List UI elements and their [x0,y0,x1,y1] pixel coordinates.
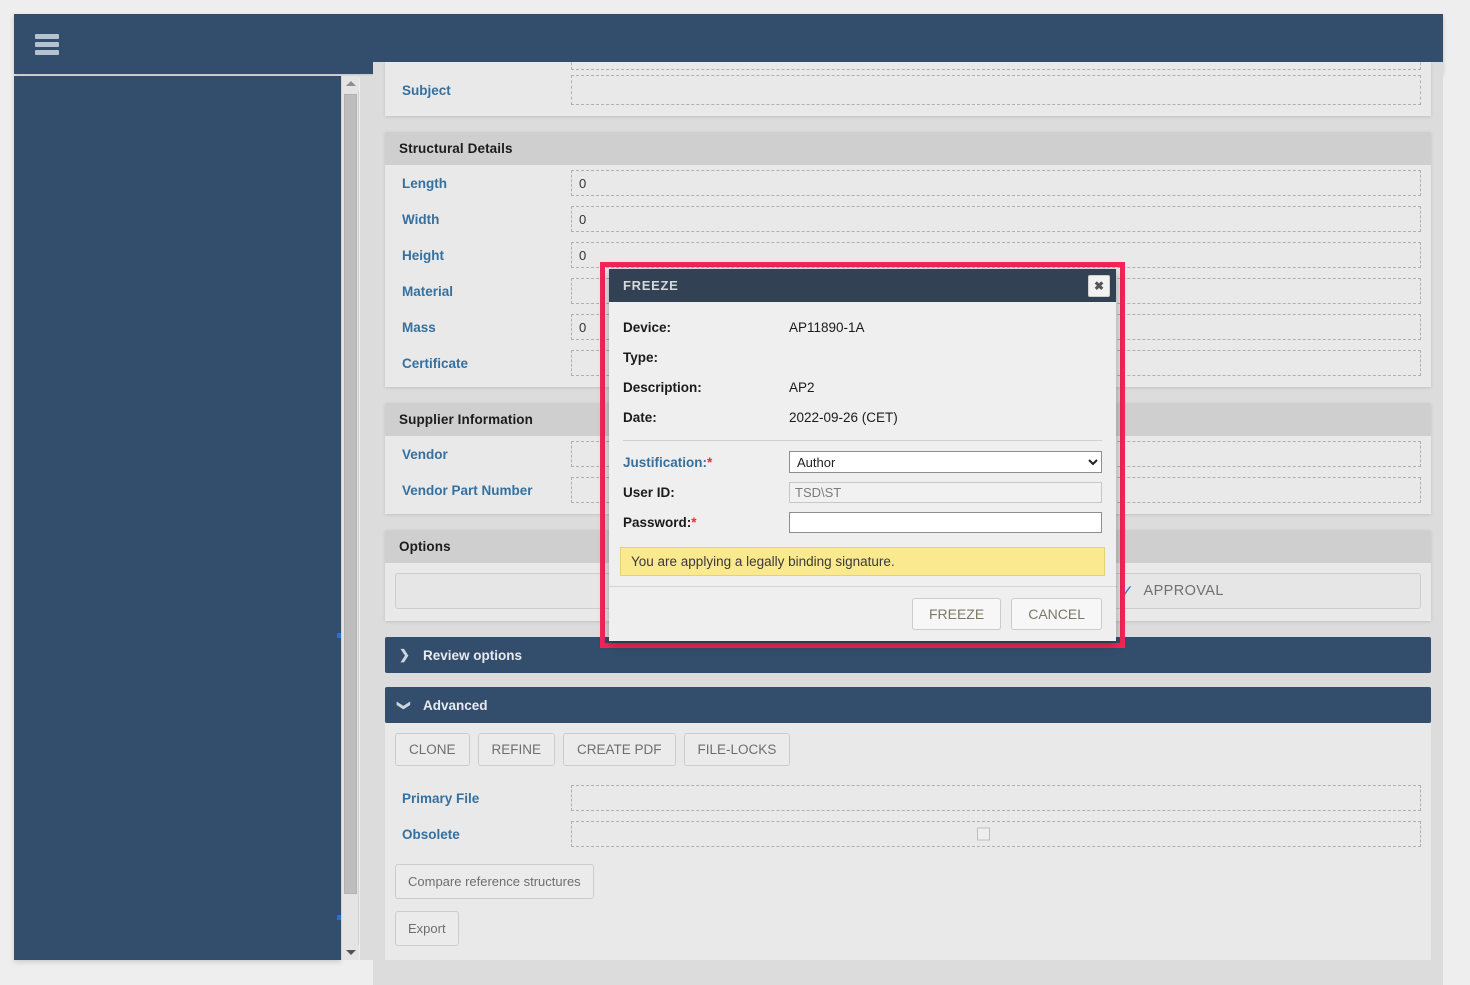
length-input[interactable]: 0 [571,170,1421,196]
refine-button[interactable]: REFINE [477,733,556,766]
freeze-dialog-title: FREEZE [623,278,679,293]
width-label: Width [402,211,440,227]
width-input[interactable]: 0 [571,206,1421,232]
cancel-button[interactable]: CANCEL [1011,598,1102,630]
chevron-right-icon: ❯ [399,647,410,662]
approval-option-label: APPROVAL [1143,583,1224,599]
hamburger-menu-icon[interactable] [35,34,59,55]
certificate-label: Certificate [402,355,469,371]
field-row-user-id: User ID: [623,477,1102,507]
field-row-width: Width 0 [385,201,1431,237]
scroll-down-arrow-icon[interactable] [342,945,359,960]
material-label: Material [402,283,454,299]
subject-input[interactable] [571,75,1421,105]
create-pdf-button[interactable]: CREATE PDF [563,733,676,766]
obsolete-input[interactable] [571,821,1421,847]
panel-gutter [360,76,373,960]
subject-label: Subject [402,82,451,98]
length-label: Length [402,175,447,191]
hamburger-bar [35,42,59,47]
compare-reference-structures-button[interactable]: Compare reference structures [395,864,594,899]
height-label: Height [402,247,444,263]
info-row-device: Device: AP11890-1A [623,312,1102,342]
legal-signature-warning: You are applying a legally binding signa… [620,547,1105,576]
vendor-label: Vendor [402,446,448,462]
divider [623,440,1102,441]
field-row-obsolete: Obsolete [395,816,1421,852]
freeze-dialog-footer: FREEZE CANCEL [609,586,1116,641]
structural-details-title: Structural Details [385,132,1431,165]
date-value: 2022-09-26 (CET) [789,409,898,425]
info-row-description: Description: AP2 [623,372,1102,402]
vertical-scrollbar[interactable] [341,76,359,960]
info-row-type: Type: [623,342,1102,372]
device-value: AP11890-1A [789,319,865,335]
review-options-label: Review options [423,647,523,663]
freeze-dialog: FREEZE ✖ Device: AP11890-1A Type: Descri… [609,269,1116,641]
freeze-confirm-button[interactable]: FREEZE [911,598,1002,630]
date-label: Date: [623,409,657,425]
justification-select[interactable]: Author [789,451,1102,473]
scroll-up-arrow-icon[interactable] [342,76,359,91]
close-icon[interactable]: ✖ [1088,274,1110,297]
password-label: Password:* [623,514,697,530]
mass-label: Mass [402,319,436,335]
field-row-length: Length 0 [385,165,1431,201]
scrollbar-thumb[interactable] [344,94,357,894]
device-label: Device: [623,319,672,335]
info-row-date: Date: 2022-09-26 (CET) [623,402,1102,432]
description-value: AP2 [789,379,815,395]
hamburger-bar [35,50,59,55]
required-asterisk: * [691,514,697,530]
freeze-dialog-header: FREEZE ✖ [609,269,1116,302]
vendor-part-number-label: Vendor Part Number [402,482,533,498]
chevron-down-icon: ❯ [397,700,412,711]
password-input[interactable] [789,511,1102,533]
advanced-collapsible[interactable]: ❯ Advanced [385,687,1431,723]
clipped-field-row: Subject [385,62,1431,116]
clipped-field-value[interactable] [571,62,1421,70]
export-button[interactable]: Export [395,911,459,946]
left-navigation-panel[interactable] [14,76,343,960]
freeze-dialog-body: Device: AP11890-1A Type: Description: AP… [609,302,1116,576]
field-row-justification: Justification:* Author [623,447,1102,477]
obsolete-checkbox[interactable] [977,827,990,841]
user-id-input[interactable] [789,481,1102,503]
user-id-label: User ID: [623,484,675,500]
hamburger-bar [35,34,59,39]
required-asterisk: * [707,454,713,470]
field-row-password: Password:* [623,507,1102,537]
advanced-button-row: CLONE REFINE CREATE PDF FILE-LOCKS [395,733,1421,766]
primary-file-input[interactable] [571,785,1421,811]
app-root: Subject Structural Details Length 0 Widt… [0,0,1470,985]
advanced-label: Advanced [423,697,488,713]
type-label: Type: [623,349,659,365]
field-row-primary-file: Primary File [395,780,1421,816]
description-label: Description: [623,379,702,395]
clone-button[interactable]: CLONE [395,733,470,766]
advanced-body: CLONE REFINE CREATE PDF FILE-LOCKS Prima… [385,723,1431,960]
primary-file-label: Primary File [402,790,480,806]
obsolete-label: Obsolete [402,826,460,842]
justification-label: Justification:* [623,454,713,470]
file-locks-button[interactable]: FILE-LOCKS [683,733,791,766]
